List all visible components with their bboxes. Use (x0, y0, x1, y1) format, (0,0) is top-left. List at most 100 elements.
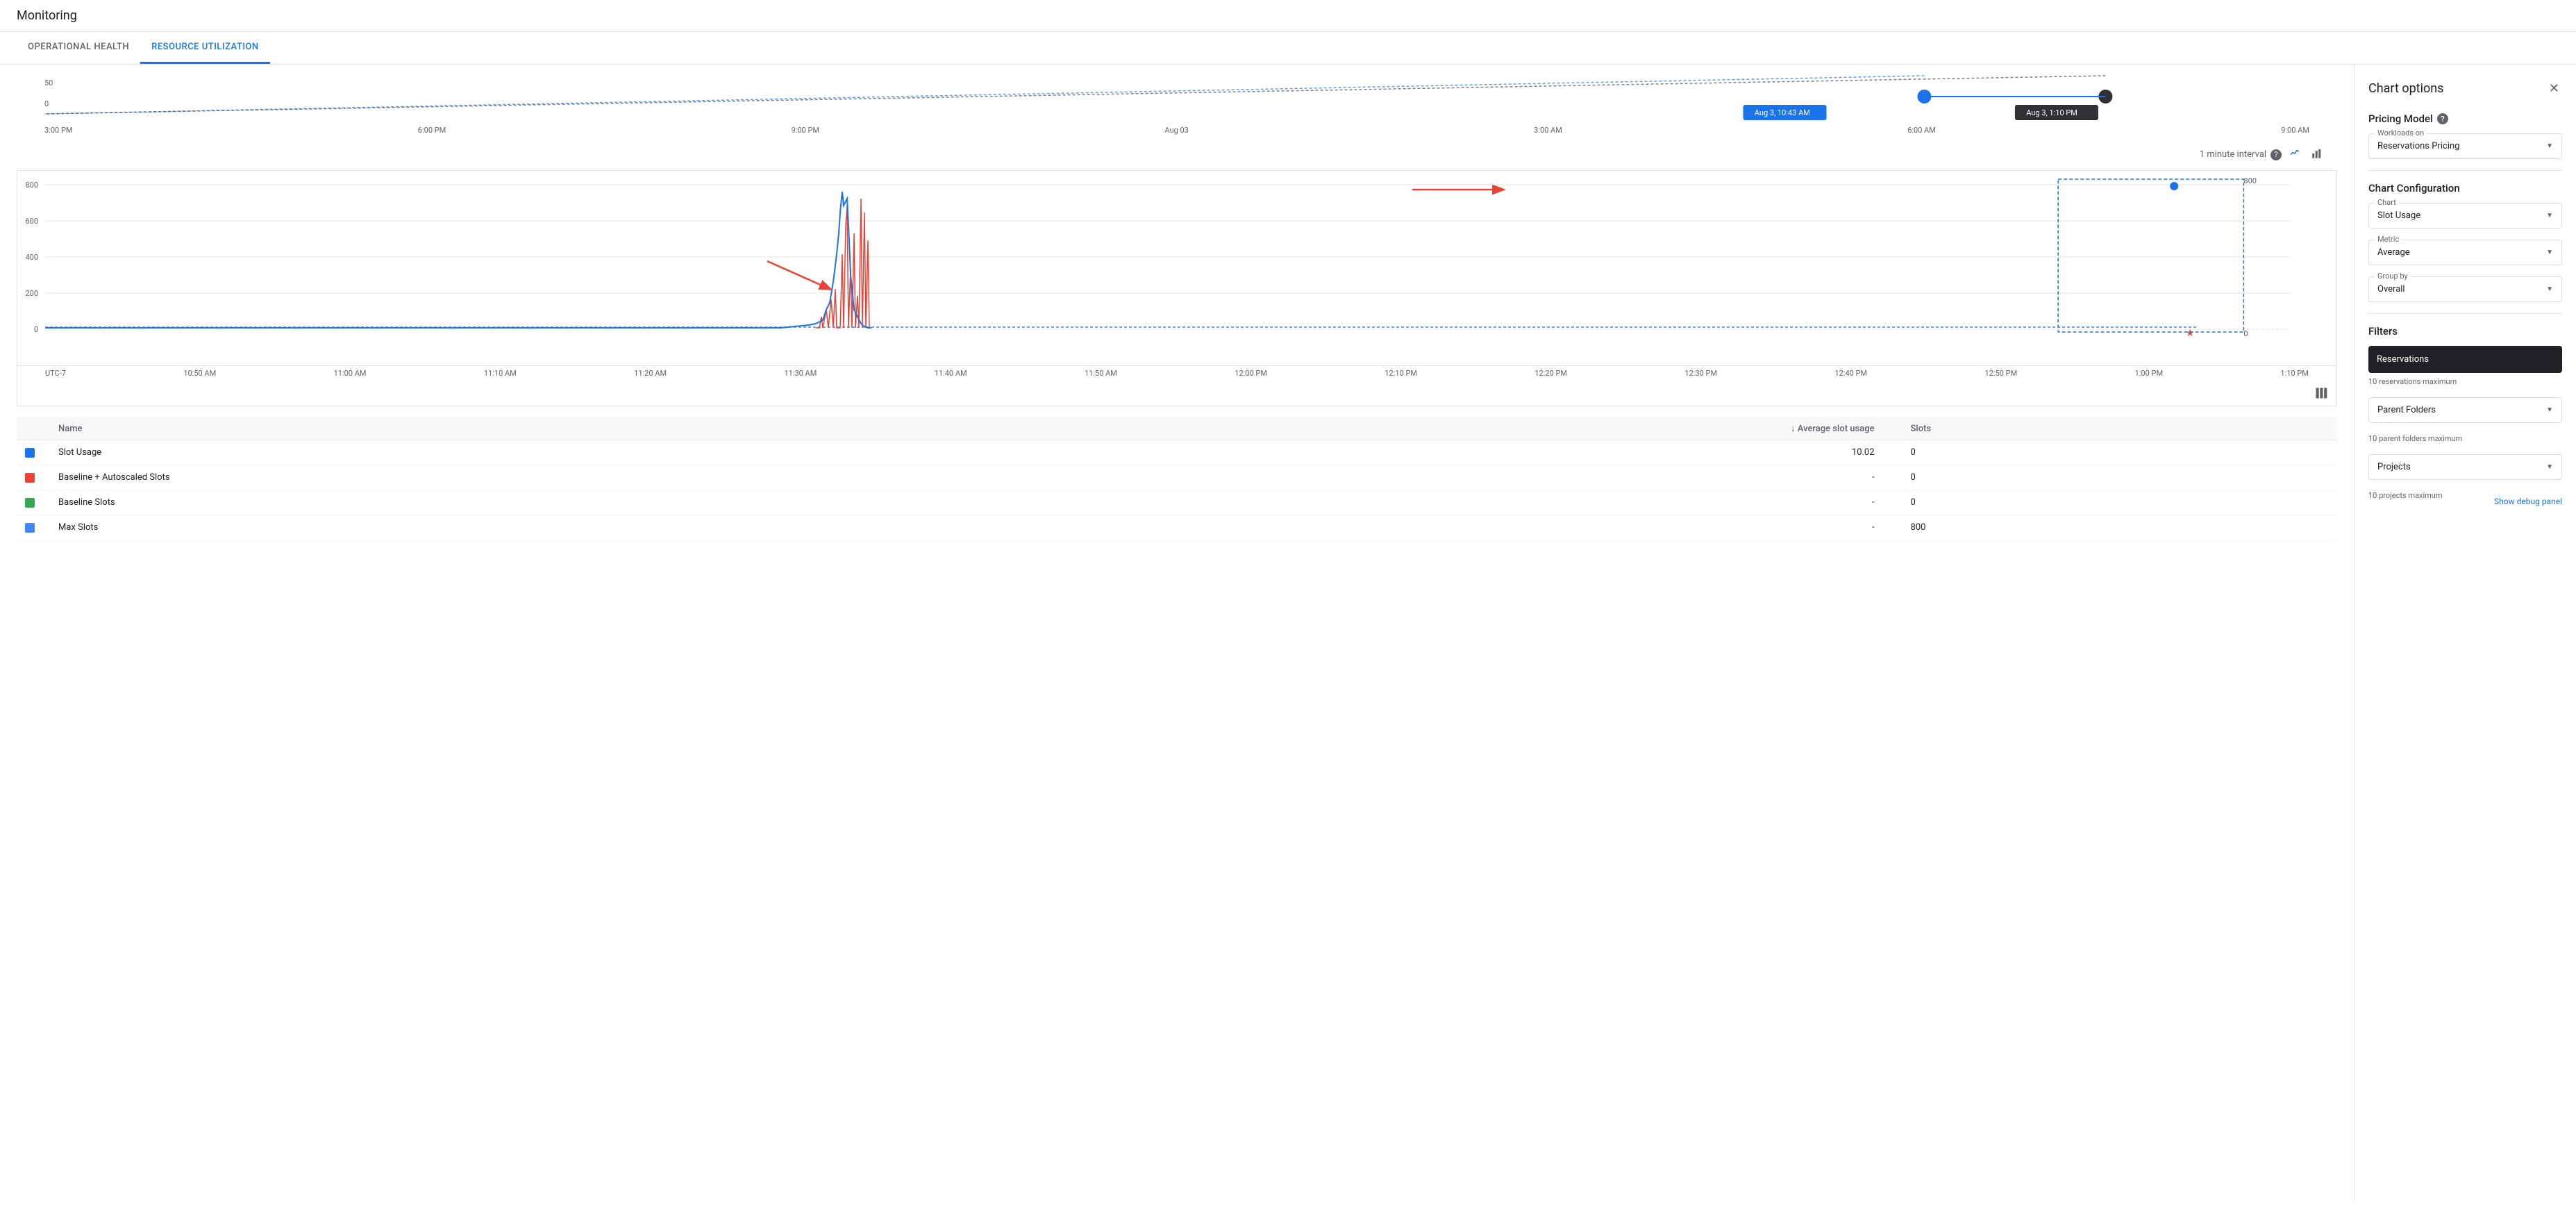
show-debug-panel-link[interactable]: Show debug panel (2494, 497, 2562, 506)
svg-text:0: 0 (2243, 329, 2248, 338)
row-color-3 (17, 515, 50, 540)
interval-bar: 1 minute interval ? (17, 139, 2337, 171)
parent-folders-hint: 10 parent folders maximum (2368, 434, 2562, 443)
metric-chevron: ▼ (2546, 249, 2553, 256)
row-name-3: Max Slots (50, 515, 1078, 540)
pricing-help-icon[interactable]: ? (2437, 113, 2448, 124)
reservations-hint: 10 reservations maximum (2368, 377, 2562, 386)
projects-hint: 10 projects maximum (2368, 491, 2443, 500)
row-slots-1: 0 (1883, 465, 2337, 490)
pricing-model-section: Pricing Model ? Workloads on Reservation… (2368, 113, 2562, 159)
timeline-label-6: 9:00 AM (2281, 126, 2309, 135)
reservations-filter: Reservations 10 reservations maximum (2368, 346, 2562, 386)
parent-folders-select[interactable]: Parent Folders ▼ (2368, 397, 2562, 423)
reservations-input[interactable]: Reservations (2368, 346, 2562, 373)
chart-chevron: ▼ (2546, 212, 2553, 219)
row-slots-3: 800 (1883, 515, 2337, 540)
row-avg-3: - (1078, 515, 1882, 540)
svg-text:Aug 3, 1:10 PM: Aug 3, 1:10 PM (2026, 108, 2077, 117)
x-label-0: UTC-7 (45, 369, 66, 378)
svg-text:0: 0 (44, 99, 49, 108)
th-slots: Slots (1883, 417, 2337, 440)
row-avg-2: - (1078, 490, 1882, 515)
group-by-select-wrapper: Group by Overall ▼ (2368, 276, 2562, 302)
divider-2 (2368, 313, 2562, 314)
th-color (17, 417, 50, 440)
x-label-13: 12:50 PM (1985, 369, 2018, 378)
parent-folders-select-wrapper: Parent Folders ▼ (2368, 397, 2562, 423)
x-label-7: 11:50 AM (1085, 369, 1117, 378)
workloads-chevron: ▼ (2546, 142, 2553, 150)
row-name-1: Baseline + Autoscaled Slots (50, 465, 1078, 490)
x-label-6: 11:40 AM (935, 369, 967, 378)
bar-chart-btn[interactable] (2308, 144, 2326, 165)
group-by-chevron: ▼ (2546, 285, 2553, 293)
svg-text:600: 600 (25, 217, 38, 226)
svg-text:800: 800 (25, 181, 38, 190)
app-header: Monitoring (0, 0, 2576, 32)
x-label-4: 11:20 AM (634, 369, 667, 378)
mini-timeline: 50 0 Aug 3, 10:43 AM Aug 3, 1:10 PM (17, 76, 2337, 136)
chart-select[interactable]: Chart Slot Usage ▼ (2368, 203, 2562, 228)
chart-config-section: Chart Configuration Chart Slot Usage ▼ M… (2368, 182, 2562, 302)
panel-header: Chart options ✕ (2368, 78, 2562, 99)
timeline-label-4: 3:00 AM (1534, 126, 1562, 135)
interval-help-icon[interactable]: ? (2270, 149, 2282, 160)
svg-text:50: 50 (44, 78, 53, 88)
tab-resource-utilization[interactable]: RESOURCE UTILIZATION (140, 32, 269, 64)
row-color-1 (17, 465, 50, 490)
projects-select[interactable]: Projects ▼ (2368, 454, 2562, 480)
row-color-2 (17, 490, 50, 515)
sort-icon: ↓ (1791, 424, 1796, 434)
x-label-15: 1:10 PM (2280, 369, 2308, 378)
metric-select-wrapper: Metric Average ▼ (2368, 240, 2562, 265)
tab-operational-health[interactable]: OPERATIONAL HEALTH (17, 32, 140, 64)
x-label-8: 12:00 PM (1235, 369, 1267, 378)
x-label-5: 11:30 AM (784, 369, 817, 378)
row-slots-2: 0 (1883, 490, 2337, 515)
x-label-10: 12:20 PM (1534, 369, 1567, 378)
x-label-12: 12:40 PM (1834, 369, 1867, 378)
close-panel-button[interactable]: ✕ (2546, 78, 2562, 99)
x-label-3: 11:10 AM (484, 369, 517, 378)
chart-svg: 800 600 400 200 0 800 ★ 0 (17, 171, 2336, 365)
row-avg-1: - (1078, 465, 1882, 490)
x-label-2: 11:00 AM (334, 369, 367, 378)
svg-text:400: 400 (25, 253, 38, 262)
th-avg-slot-usage[interactable]: ↓ Average slot usage (1078, 417, 1882, 440)
svg-text:200: 200 (25, 289, 38, 298)
app-title: Monitoring (17, 8, 77, 23)
workloads-select-wrapper: Workloads on Reservations Pricing ▼ (2368, 133, 2562, 159)
row-slots-0: 0 (1883, 440, 2337, 465)
interval-label: 1 minute interval (2200, 149, 2266, 160)
right-panel: Chart options ✕ Pricing Model ? Workload… (2354, 65, 2576, 1202)
row-avg-0: 10.02 (1078, 440, 1882, 465)
metric-select[interactable]: Metric Average ▼ (2368, 240, 2562, 265)
table-row: Baseline Slots - 0 (17, 490, 2337, 515)
chart-area: 50 0 Aug 3, 10:43 AM Aug 3, 1:10 PM (0, 65, 2354, 1202)
x-label-9: 12:10 PM (1385, 369, 1417, 378)
timeline-label-1: 6:00 PM (418, 126, 446, 135)
legend-table: Name ↓ Average slot usage Slots (17, 417, 2337, 540)
workloads-select[interactable]: Workloads on Reservations Pricing ▼ (2368, 133, 2562, 159)
line-chart-btn[interactable] (2286, 144, 2304, 165)
x-label-1: 10:50 AM (183, 369, 216, 378)
parent-folders-chevron: ▼ (2546, 406, 2553, 414)
row-name-0: Slot Usage (50, 440, 1078, 465)
panel-title: Chart options (2368, 81, 2443, 96)
filters-section: Filters Reservations 10 reservations max… (2368, 325, 2562, 511)
table-row: Max Slots - 800 (17, 515, 2337, 540)
projects-chevron: ▼ (2546, 463, 2553, 471)
timeline-label-5: 6:00 AM (1907, 126, 1936, 135)
row-color-0 (17, 440, 50, 465)
svg-text:800: 800 (2243, 176, 2257, 185)
tabs-bar: OPERATIONAL HEALTH RESOURCE UTILIZATION (0, 32, 2576, 65)
th-name[interactable]: Name (50, 417, 1078, 440)
filters-title: Filters (2368, 325, 2562, 338)
x-label-14: 1:00 PM (2135, 369, 2163, 378)
row-name-2: Baseline Slots (50, 490, 1078, 515)
group-by-select[interactable]: Group by Overall ▼ (2368, 276, 2562, 302)
columns-toggle-btn[interactable] (2314, 386, 2328, 402)
x-label-11: 12:30 PM (1684, 369, 1717, 378)
svg-text:0: 0 (34, 325, 38, 334)
